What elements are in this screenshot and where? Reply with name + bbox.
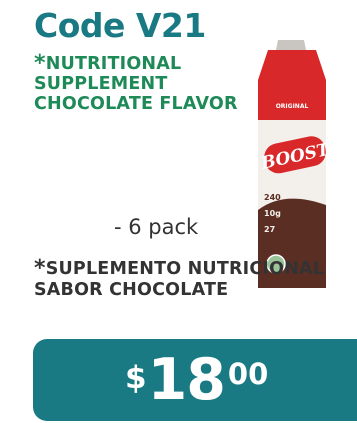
carton-cap	[276, 40, 306, 50]
carton-top	[258, 50, 326, 80]
carton-top-text: ORIGINAL	[276, 103, 309, 110]
spanish-description-asterisk: *	[34, 256, 46, 281]
price-currency: $	[125, 360, 147, 396]
product-code-title: Code V21	[34, 6, 206, 45]
price-whole: 18	[147, 347, 226, 413]
boost-carton-image: ORIGINAL BOOST 240 10g 27	[258, 40, 330, 288]
nutrition-line-2: 10g	[264, 209, 281, 218]
product-offer-card: Code V21 *NUTRITIONAL SUPPLEMENT CHOCOLA…	[0, 0, 357, 423]
spanish-description: *SUPLEMENTO NUTRICIONAL SABOR CHOCOLATE	[34, 256, 334, 300]
pack-size-label: - 6 pack	[114, 215, 199, 239]
english-description-asterisk: *	[34, 51, 46, 76]
price-cents: 00	[227, 357, 269, 391]
nutrition-line-1: 240	[264, 193, 281, 202]
nutrition-line-3: 27	[264, 225, 275, 234]
price: $ 18 00	[125, 346, 268, 416]
carton-shoulder	[258, 80, 326, 120]
english-description-text: NUTRITIONAL SUPPLEMENT CHOCOLATE FLAVOR	[34, 54, 238, 114]
spanish-description-text: SUPLEMENTO NUTRICIONAL SABOR CHOCOLATE	[34, 259, 325, 300]
english-description: *NUTRITIONAL SUPPLEMENT CHOCOLATE FLAVOR	[34, 51, 244, 115]
